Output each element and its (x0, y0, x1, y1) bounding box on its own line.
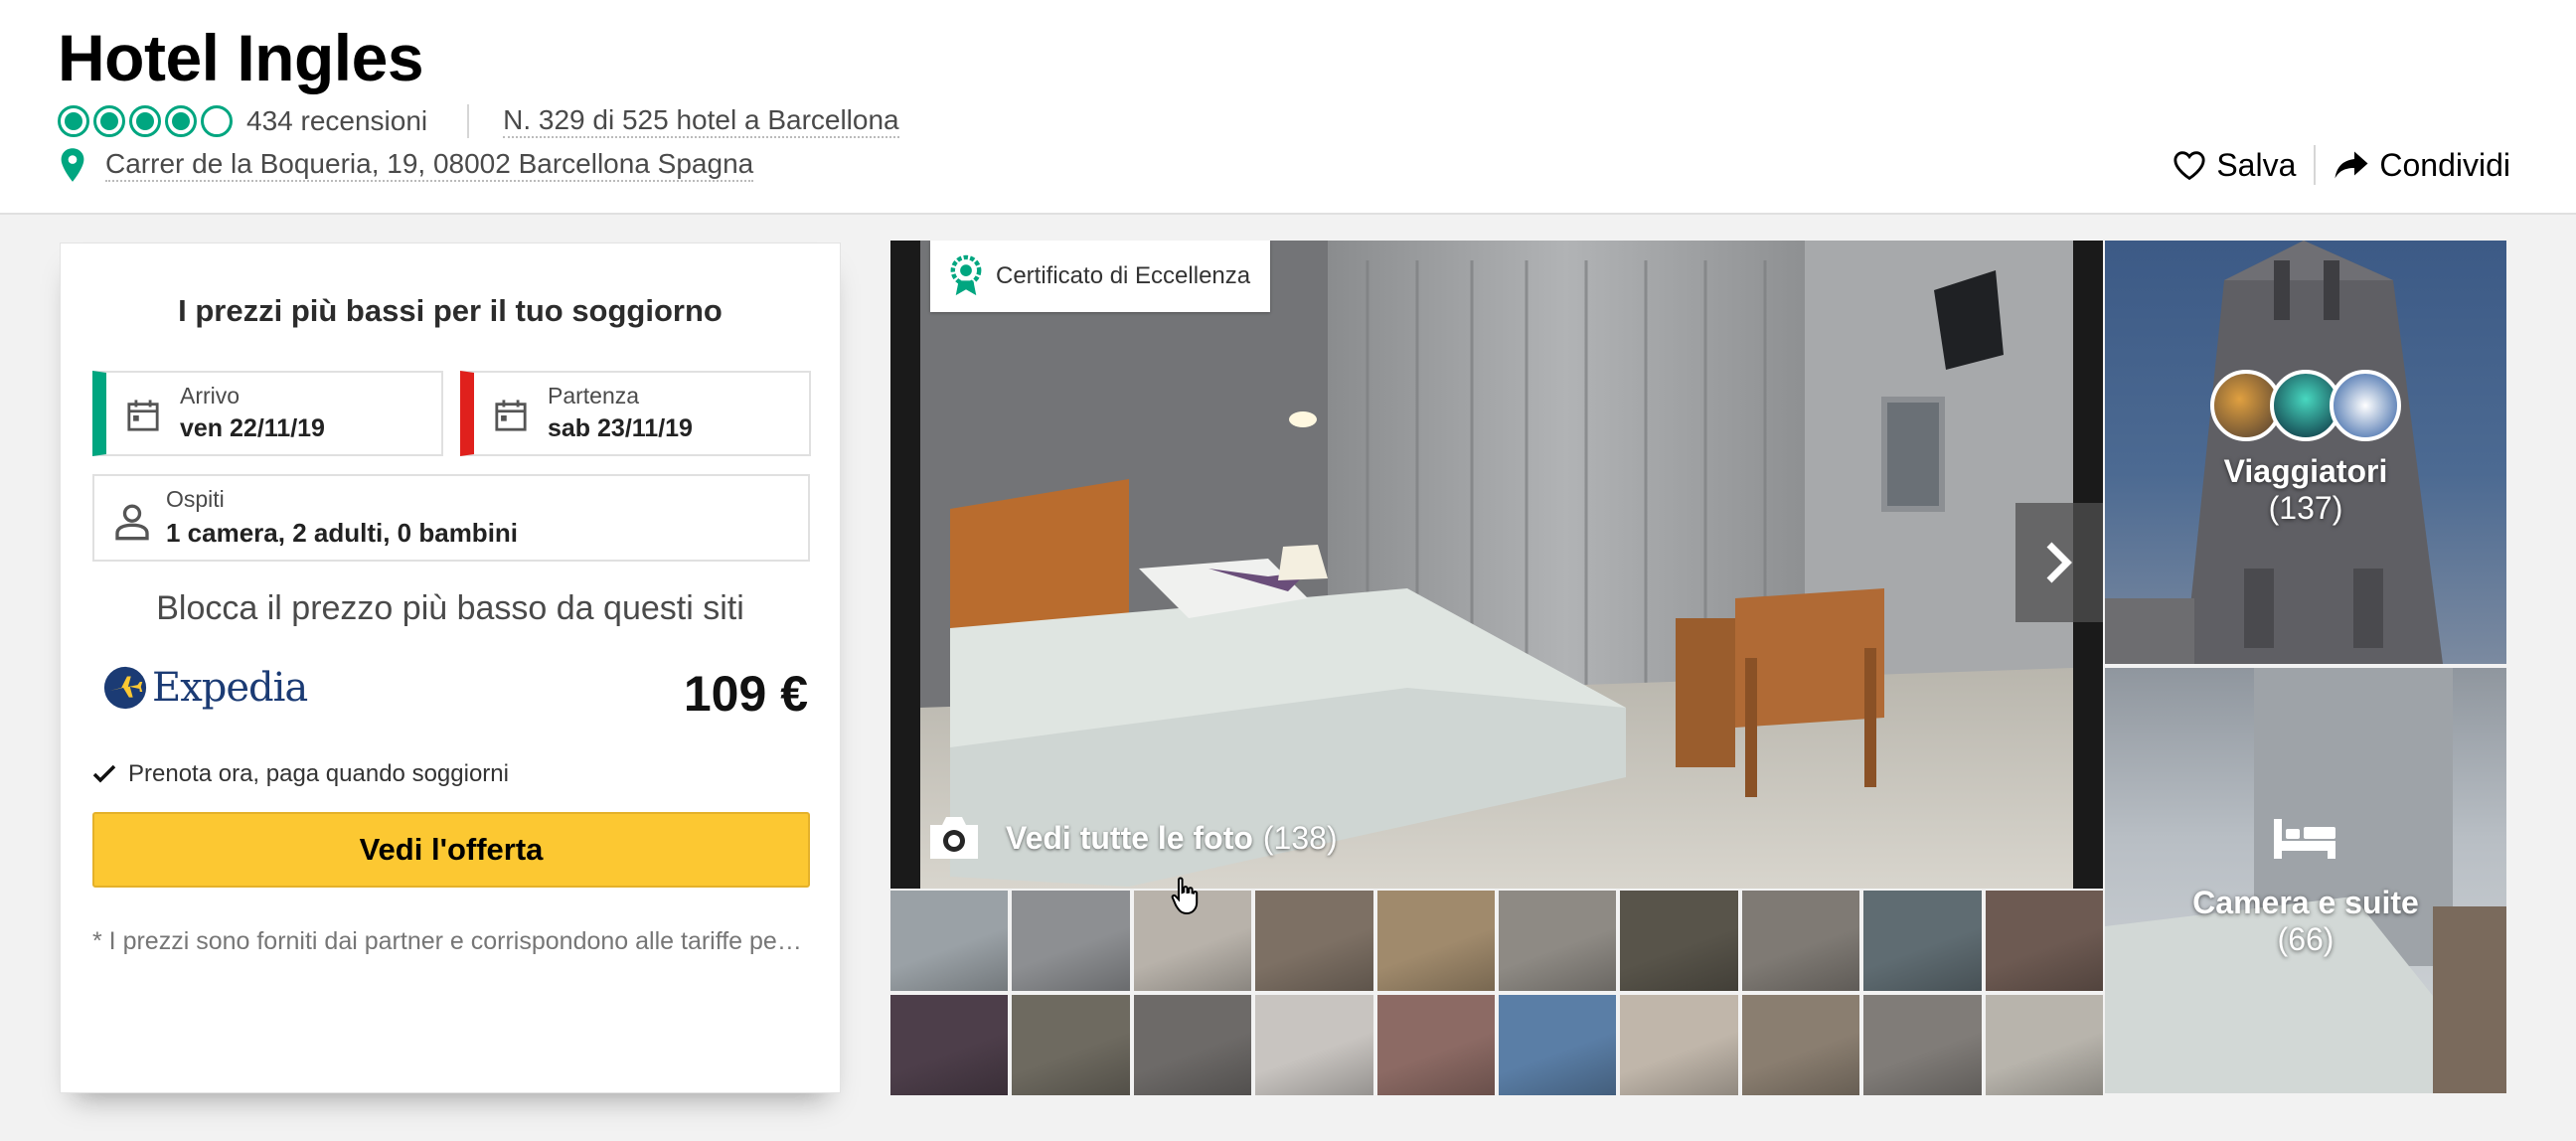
rating-bubble-icon (93, 105, 125, 137)
photo-thumbnail[interactable] (1255, 891, 1373, 991)
photo-thumbnail[interactable] (1376, 995, 1495, 1095)
photo-thumbnail[interactable] (1620, 995, 1738, 1095)
rating-bubble-icon (58, 105, 89, 137)
offer-price: 109 € (683, 666, 808, 722)
photo-thumbnail-grid (890, 891, 2103, 1095)
photo-thumbnail[interactable] (1741, 891, 1860, 991)
guests-value: 1 camera, 2 adulti, 0 bambini (166, 518, 519, 548)
expedia-logo[interactable]: Expedia (102, 665, 308, 711)
arrival-label: Arrivo (180, 383, 241, 408)
heart-icon (2174, 151, 2205, 181)
rating-bubble-icon (129, 105, 161, 137)
booking-title: I prezzi più bassi per il tuo soggiorno (178, 293, 723, 328)
share-label: Condividi (2379, 146, 2510, 183)
booking-card: I prezzi più bassi per il tuo soggiorno … (60, 243, 841, 1093)
share-arrow-icon (2334, 151, 2368, 179)
rooms-label: Camera e suite (2192, 885, 2419, 920)
main-photo[interactable]: Certificato di Eccellenza Vedi tutte le … (890, 241, 2103, 889)
rating-bubbles[interactable] (58, 105, 233, 137)
calendar-icon (495, 400, 527, 431)
photo-thumbnail[interactable] (1863, 995, 1982, 1095)
hotel-name: Hotel Ingles (58, 21, 424, 94)
photo-thumbnail[interactable] (1133, 995, 1252, 1095)
travelers-caption: Viaggiatori (137) (2105, 453, 2506, 527)
photo-thumbnail[interactable] (1376, 891, 1495, 991)
rooms-photos-tile[interactable]: Camera e suite (66) (2105, 668, 2506, 1093)
travelers-label: Viaggiatori (2223, 453, 2388, 489)
photo-thumbnail[interactable] (1985, 891, 2103, 991)
guests-label: Ospiti (166, 486, 225, 512)
photo-thumbnail[interactable] (1620, 891, 1738, 991)
pay-later-text: Prenota ora, paga quando soggiorni (128, 760, 509, 787)
share-button[interactable]: Condividi (2334, 147, 2510, 184)
arrival-date-picker[interactable]: Arrivo ven 22/11/19 (92, 371, 443, 456)
photo-thumbnail[interactable] (1499, 891, 1617, 991)
photo-thumbnail[interactable] (1255, 995, 1373, 1095)
chevron-right-icon (2046, 542, 2072, 583)
traveler-photos-tile[interactable]: Viaggiatori (137) (2105, 241, 2506, 664)
see-all-label: Vedi tutte le foto (1006, 819, 1253, 856)
address-link[interactable]: Carrer de la Boqueria, 19, 08002 Barcell… (105, 148, 754, 182)
departure-value: sab 23/11/19 (548, 414, 693, 442)
map-pin-icon (61, 148, 84, 182)
hotel-header: Hotel Ingles 434 recensioni N. 329 di 52… (0, 0, 2576, 215)
photo-thumbnail[interactable] (1863, 891, 1982, 991)
hotel-room-photo (890, 241, 2103, 889)
photo-thumbnail[interactable] (1012, 891, 1130, 991)
guests-picker[interactable]: Ospiti 1 camera, 2 adulti, 0 bambini (92, 474, 810, 562)
photo-thumbnail[interactable] (890, 891, 1009, 991)
checkmark-icon (92, 764, 116, 783)
divider (2314, 145, 2317, 185)
rating-row: 434 recensioni N. 329 di 525 hotel a Bar… (58, 103, 899, 139)
provider-name: Expedia (152, 665, 308, 711)
departure-label: Partenza (548, 383, 640, 408)
divider (467, 104, 470, 138)
rooms-count: (66) (2277, 921, 2334, 957)
hand-cursor-icon (1171, 877, 1199, 915)
see-all-count: (138) (1262, 819, 1338, 856)
bell-tower-photo (2105, 241, 2443, 664)
photo-thumbnail[interactable] (1741, 995, 1860, 1095)
avatar (2330, 370, 2401, 441)
certificate-label: Certificato di Eccellenza (996, 262, 1251, 289)
photo-thumbnail[interactable] (890, 995, 1009, 1095)
camera-icon (930, 817, 978, 859)
travelers-count: (137) (2268, 490, 2343, 526)
bed-icon (2274, 819, 2335, 859)
award-ribbon-icon (950, 254, 982, 296)
photo-thumbnail[interactable] (1499, 995, 1617, 1095)
departure-date-picker[interactable]: Partenza sab 23/11/19 (460, 371, 811, 456)
pay-later-note: Prenota ora, paga quando soggiorni (92, 760, 509, 788)
next-photo-button[interactable] (2015, 503, 2103, 622)
see-all-photos[interactable]: Vedi tutte le foto (138) (926, 815, 1338, 861)
room-photo (2105, 668, 2506, 1093)
ranking-link[interactable]: N. 329 di 525 hotel a Barcellona (503, 104, 899, 138)
rating-bubble-icon (165, 105, 197, 137)
certificate-badge[interactable]: Certificato di Eccellenza (930, 241, 1271, 312)
block-price-text: Blocca il prezzo più basso da questi sit… (156, 589, 744, 627)
photo-thumbnail[interactable] (1985, 995, 2103, 1095)
price-disclaimer: * I prezzi sono forniti dai partner e co… (92, 927, 810, 955)
save-button[interactable]: Salva (2173, 147, 2296, 184)
rooms-caption: Camera e suite (66) (2105, 885, 2506, 958)
expedia-plane-icon (103, 666, 147, 710)
rating-bubble-empty-icon (201, 105, 233, 137)
address-row: Carrer de la Boqueria, 19, 08002 Barcell… (58, 147, 754, 183)
reviews-link[interactable]: 434 recensioni (246, 105, 427, 137)
header-actions: Salva Condividi (2173, 145, 2510, 185)
photo-thumbnail[interactable] (1012, 995, 1130, 1095)
view-offer-button[interactable]: Vedi l'offerta (92, 812, 810, 888)
calendar-icon (127, 400, 159, 431)
save-label: Salva (2216, 146, 2297, 183)
person-icon (115, 504, 149, 541)
arrival-value: ven 22/11/19 (180, 414, 325, 442)
traveler-avatars (2210, 370, 2401, 441)
